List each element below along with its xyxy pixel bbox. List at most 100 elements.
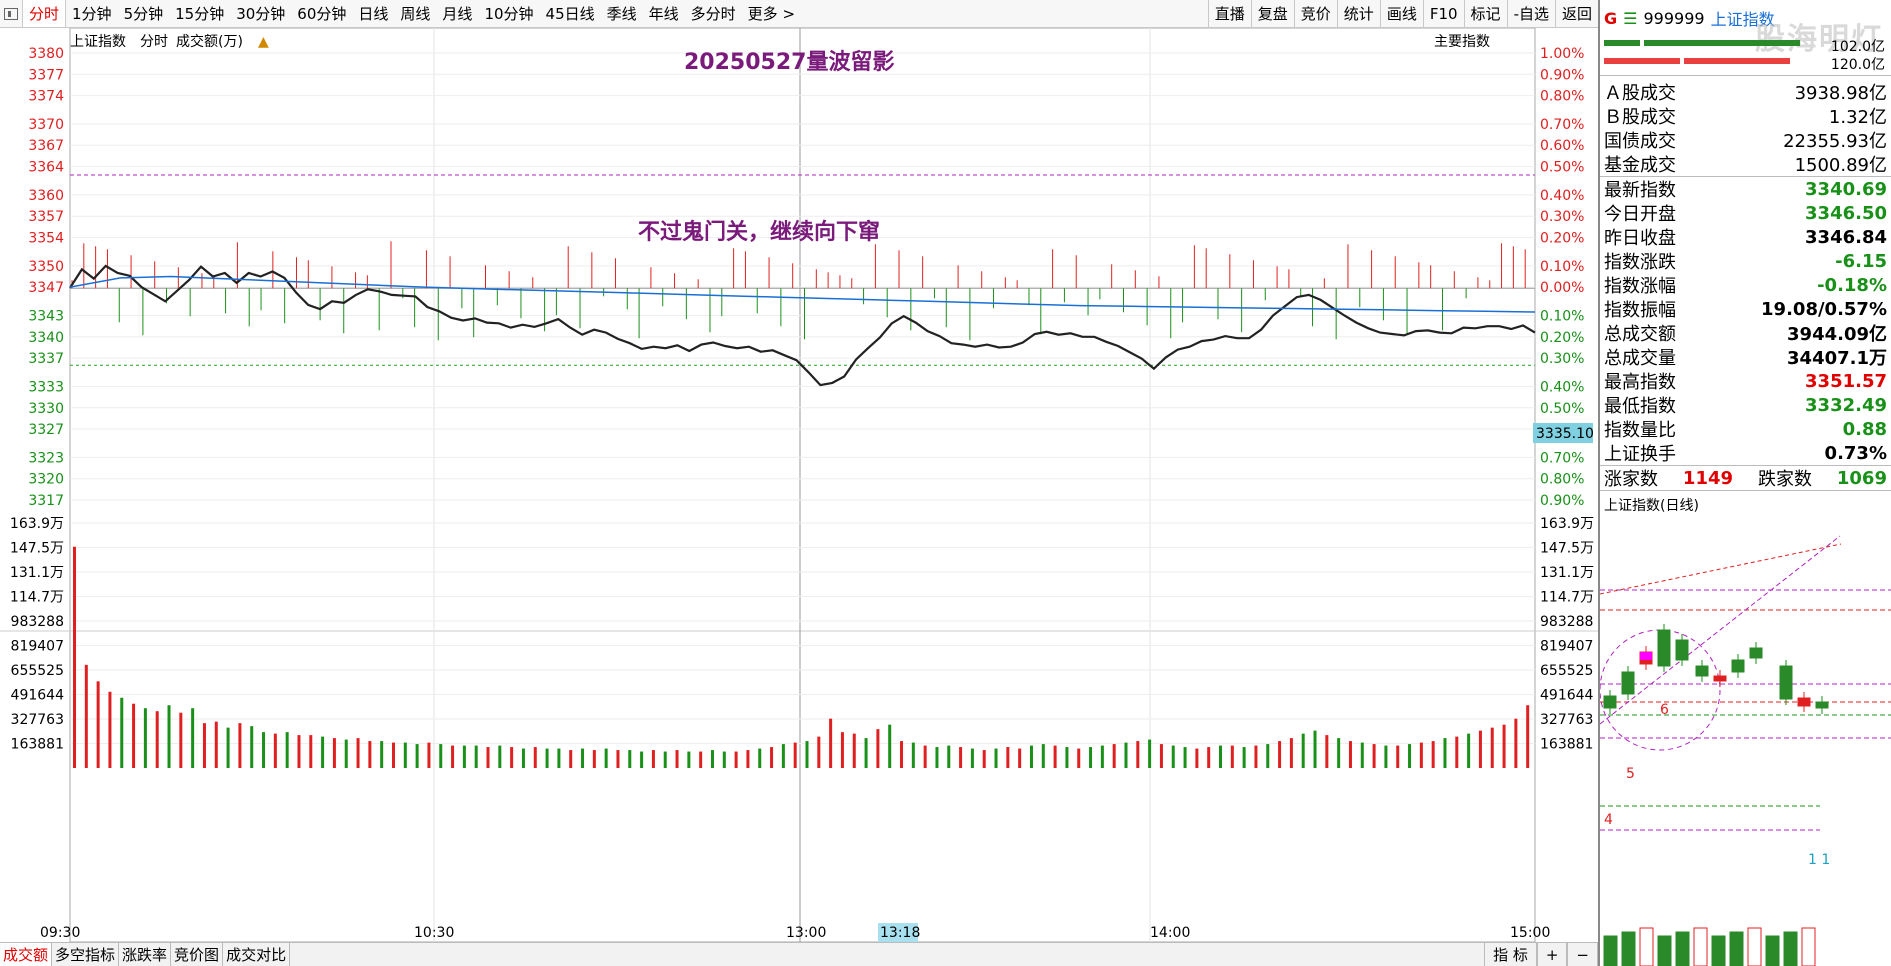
volume-bar xyxy=(935,747,939,768)
mini-vol-bar xyxy=(1765,935,1780,966)
toolbar-btn-1[interactable]: 复盘 xyxy=(1250,0,1294,27)
toolbar-btn-4[interactable]: 画线 xyxy=(1379,0,1423,27)
volume-bar xyxy=(462,745,466,768)
price-tick-2: 3374 xyxy=(28,89,64,105)
period-tab-12[interactable]: 年线 xyxy=(643,0,685,27)
price-tick-5: 3364 xyxy=(28,160,64,176)
period-tab-5[interactable]: 60分钟 xyxy=(291,0,352,27)
volume-bar xyxy=(1041,744,1045,768)
vol-tick-l-3: 114.7万 xyxy=(10,590,64,606)
pct-tick-19: 0.90% xyxy=(1540,493,1584,509)
chart-canvas[interactable]: 上证指数 分时 成交额(万) ▲ 主要指数 3380 1.00% 3377 0.90% 3374 0… xyxy=(0,28,1598,942)
volume-bar xyxy=(781,744,785,768)
quote-row-4: 指数涨幅 -0.18% xyxy=(1600,273,1891,298)
group-badge[interactable]: G xyxy=(1604,9,1617,28)
vol-tick-r-8: 327763 xyxy=(1540,712,1593,728)
sidebar-header: G ☰ 999999 上证指数 股海明灯 xyxy=(1600,0,1891,58)
mini-vol-bar xyxy=(1639,927,1654,966)
period-tab-1[interactable]: 1分钟 xyxy=(66,0,118,27)
volume-bar xyxy=(1266,744,1270,768)
quote-value: 34407.1万 xyxy=(1787,348,1887,369)
time-tick-1: 10:30 xyxy=(414,925,454,941)
volume-bar xyxy=(368,741,372,768)
quote-label: 上证换手 xyxy=(1604,444,1676,465)
pct-tick-6: 0.40% xyxy=(1540,188,1584,204)
price-tick-7: 3357 xyxy=(28,209,64,225)
indicator-tab-4[interactable]: 成交对比 xyxy=(223,943,291,966)
pct-tick-4: 0.60% xyxy=(1540,138,1584,154)
volume-bar xyxy=(427,742,431,768)
volume-bar xyxy=(1478,730,1482,768)
volume-bar xyxy=(758,748,762,768)
volume-bar xyxy=(1455,736,1459,768)
mini-label-6: 6 xyxy=(1660,702,1669,718)
turnover-row-0: Ａ股成交 3938.98亿 xyxy=(1600,80,1891,104)
period-tab-6[interactable]: 日线 xyxy=(352,0,394,27)
period-tab-4[interactable]: 30分钟 xyxy=(230,0,291,27)
indicator-tab-0[interactable]: 成交额 xyxy=(0,943,53,966)
volume-bar xyxy=(1100,745,1104,768)
period-tab-0[interactable]: 分时 xyxy=(22,0,67,27)
mini-vol-bar xyxy=(1603,935,1618,966)
time-tick-3: 14:00 xyxy=(1150,925,1190,941)
quote-label: 总成交量 xyxy=(1604,348,1676,369)
indicator-tab-1[interactable]: 多空指标 xyxy=(52,943,120,966)
period-tab-2[interactable]: 5分钟 xyxy=(118,0,170,27)
toolbar-btn-6[interactable]: 标记 xyxy=(1463,0,1507,27)
indicator-ctrl-2[interactable]: − xyxy=(1567,943,1598,966)
volume-bar xyxy=(439,744,443,768)
volume-bar xyxy=(1348,741,1352,768)
main-index-button: 主要指数 xyxy=(1434,34,1490,50)
pct-tick-14: 0.40% xyxy=(1540,379,1584,395)
toolbar-btn-3[interactable]: 统计 xyxy=(1336,0,1380,27)
intraday-chart[interactable]: 上证指数 分时 成交额(万) ▲ 主要指数 3380 1.00% 3377 0.90% 3374 0… xyxy=(0,28,1598,942)
price-tick-1: 3377 xyxy=(28,67,64,83)
indicator-tab-2[interactable]: 涨跌率 xyxy=(119,943,172,966)
indicator-ctrl-0[interactable]: 指 标 xyxy=(1484,943,1537,966)
volume-bar xyxy=(1230,745,1234,768)
panel-toggle-icon[interactable] xyxy=(4,7,18,20)
volume-bar xyxy=(391,742,395,768)
mini-vol-bar xyxy=(1747,927,1762,966)
volume-bar xyxy=(1384,745,1388,768)
vol-tick-r-2: 131.1万 xyxy=(1540,565,1594,581)
vol-tick-l-7: 491644 xyxy=(11,688,65,704)
period-tab-9[interactable]: 10分钟 xyxy=(478,0,539,27)
pct-tick-10: 0.00% xyxy=(1540,280,1584,296)
volume-bar xyxy=(746,750,750,768)
period-tab-3[interactable]: 15分钟 xyxy=(169,0,230,27)
period-tab-14[interactable]: 更多 > xyxy=(742,0,801,27)
price-tick-15: 3330 xyxy=(28,401,64,417)
volume-bar xyxy=(262,732,266,768)
volume-bar xyxy=(592,750,596,768)
indicator-tab-3[interactable]: 竞价图 xyxy=(171,943,224,966)
toolbar-btn-7[interactable]: -自选 xyxy=(1506,0,1555,27)
toolbar-btn-0[interactable]: 直播 xyxy=(1207,0,1251,27)
quote-row-6: 总成交额 3944.09亿 xyxy=(1600,321,1891,345)
volume-bar xyxy=(770,747,774,768)
daily-mini-chart[interactable]: 6 5 4 1 1 xyxy=(1600,524,1891,966)
period-tab-7[interactable]: 周线 xyxy=(394,0,436,27)
volume-bar xyxy=(1502,724,1506,768)
chart-note: 不过鬼门关，继续向下窜 xyxy=(638,219,880,245)
bar-green-2 xyxy=(1644,40,1800,46)
quote-label: 昨日收盘 xyxy=(1604,228,1676,249)
period-tab-8[interactable]: 月线 xyxy=(436,0,478,27)
toolbar-btn-5[interactable]: F10 xyxy=(1422,0,1464,27)
pct-tick-15: 0.50% xyxy=(1540,401,1584,417)
volume-bar xyxy=(852,733,856,768)
volume-bar xyxy=(143,708,147,768)
mini-candle xyxy=(1621,671,1635,695)
volume-bar xyxy=(332,738,336,768)
indicator-ctrl-1[interactable]: + xyxy=(1536,943,1568,966)
menu-icon[interactable]: ☰ xyxy=(1623,9,1637,28)
toolbar-btn-2[interactable]: 竞价 xyxy=(1293,0,1337,27)
period-tab-10[interactable]: 45日线 xyxy=(540,0,601,27)
volume-bar xyxy=(1112,744,1116,768)
period-tab-13[interactable]: 多分时 xyxy=(685,0,742,27)
price-tick-11: 3343 xyxy=(28,309,64,325)
volume-bar xyxy=(1467,733,1471,768)
period-tab-11[interactable]: 季线 xyxy=(601,0,643,27)
toolbar-btn-8[interactable]: 返回 xyxy=(1554,0,1598,27)
quote-label: 总成交额 xyxy=(1604,324,1676,345)
